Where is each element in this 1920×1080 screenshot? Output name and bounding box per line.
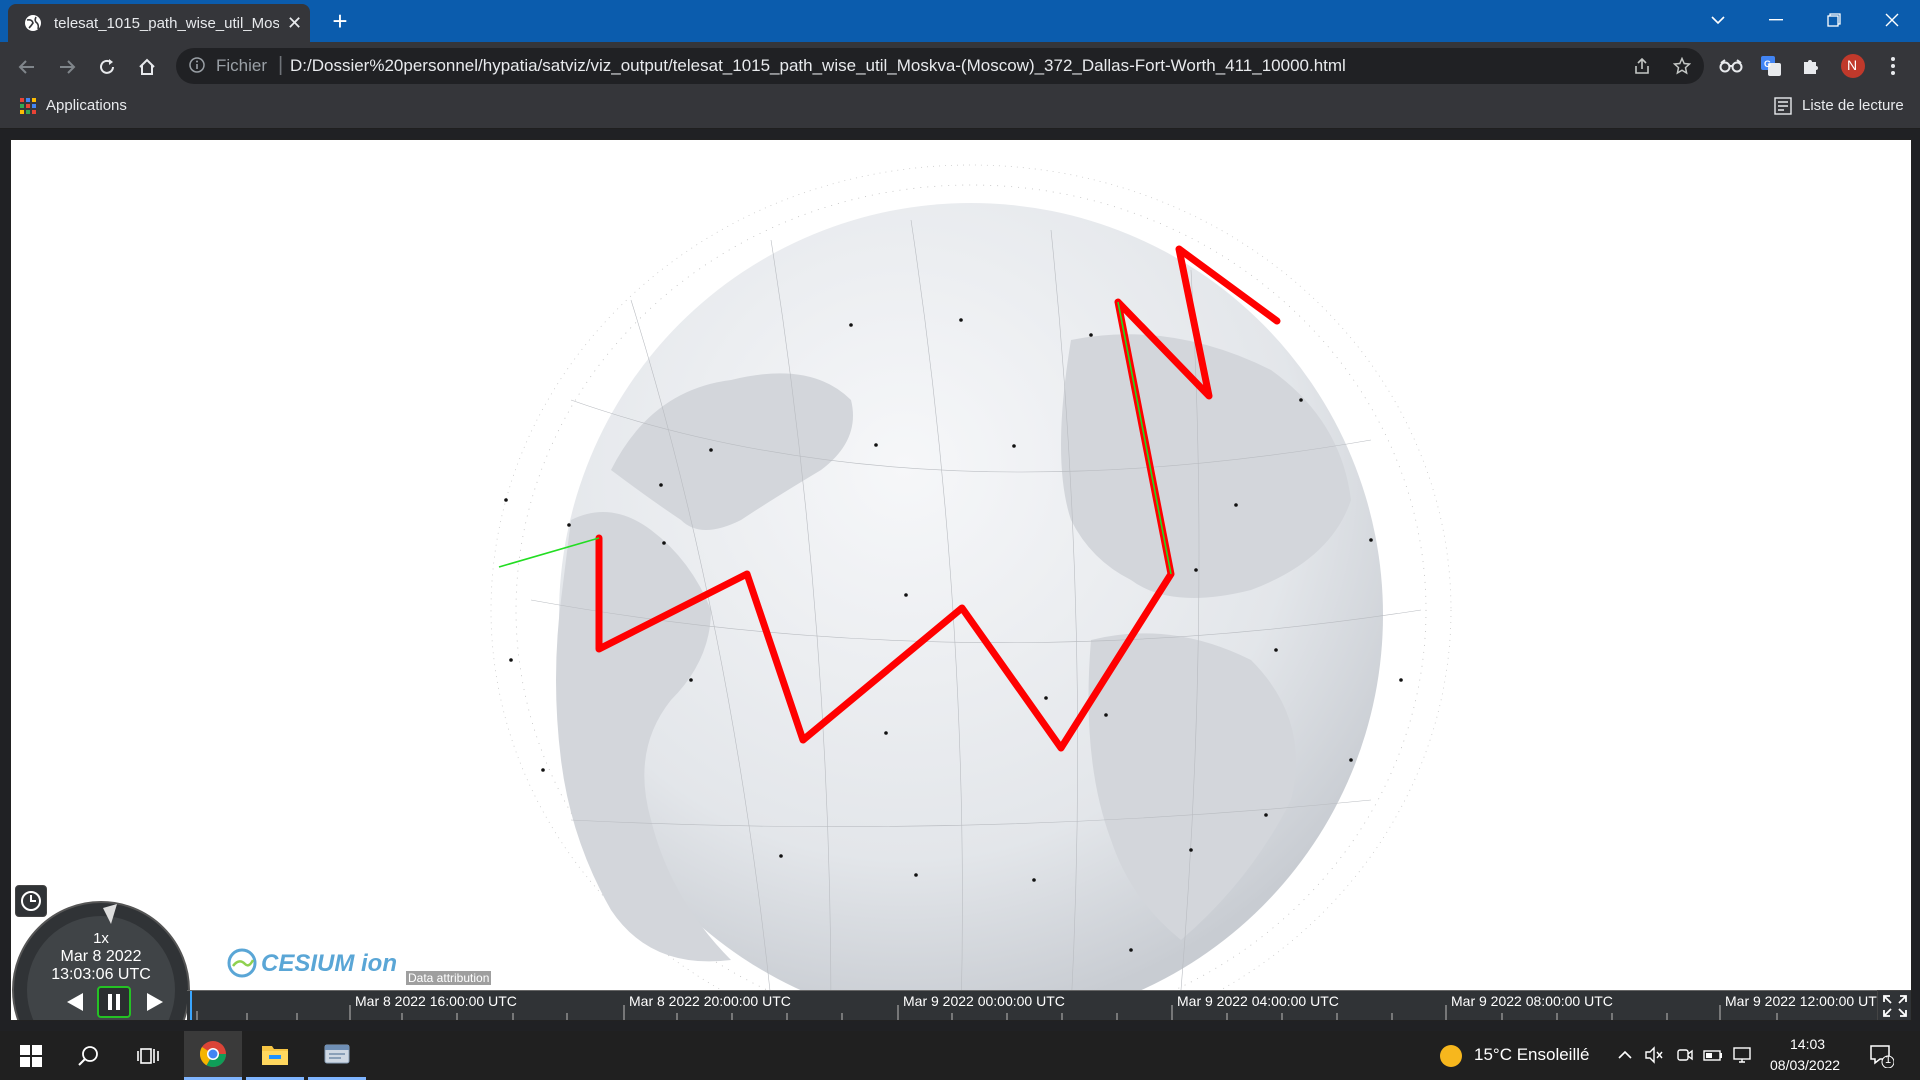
tray-chevron-up-icon[interactable] xyxy=(1616,1046,1634,1064)
reload-icon[interactable] xyxy=(92,52,122,82)
animation-speed: 1x xyxy=(93,930,109,947)
play-reverse-icon[interactable] xyxy=(61,990,89,1014)
address-bar[interactable]: Fichier | D:/Dossier%20personnel/hypatia… xyxy=(176,48,1704,84)
volume-muted-icon[interactable] xyxy=(1644,1045,1664,1065)
fullscreen-icon xyxy=(1883,995,1907,1017)
globe-icon xyxy=(25,15,41,31)
tab-title: telesat_1015_path_wise_util_Moskva-(Mosc… xyxy=(54,14,279,32)
reading-list-icon[interactable] xyxy=(1774,97,1792,120)
info-icon[interactable] xyxy=(188,56,206,74)
svg-text:G: G xyxy=(1764,59,1771,69)
menu-icon[interactable] xyxy=(1878,51,1908,81)
translate-icon[interactable]: G xyxy=(1756,51,1786,81)
play-forward-icon[interactable] xyxy=(141,990,169,1014)
tab-search-icon[interactable] xyxy=(1690,0,1746,40)
browser-tab[interactable]: telesat_1015_path_wise_util_Moskva-(Mosc… xyxy=(8,4,310,42)
clock-icon[interactable] xyxy=(15,885,47,917)
restore-button[interactable] xyxy=(1806,0,1862,40)
extension-glasses-icon[interactable] xyxy=(1716,51,1746,81)
bookmarks-bar xyxy=(0,90,1920,129)
cesium-viewer[interactable]: 1x Mar 8 2022 13:03:06 UTC CESIUM ion Da… xyxy=(10,139,1912,1021)
notification-count: 1 xyxy=(1885,1054,1892,1066)
battery-icon[interactable] xyxy=(1702,1045,1724,1065)
pause-icon[interactable] xyxy=(97,986,131,1018)
bookmark-star-icon[interactable] xyxy=(1670,54,1694,78)
clock-time[interactable]: 14:03 xyxy=(1790,1036,1825,1052)
timeline[interactable]: Mar 8 2022 16:00:00 UTC Mar 8 2022 20:00… xyxy=(187,990,1887,1020)
timeline-label: Mar 9 2022 04:00:00 UTC xyxy=(1177,993,1339,1009)
profile-avatar[interactable]: N xyxy=(1838,51,1868,81)
timeline-label: Mar 9 2022 08:00:00 UTC xyxy=(1451,993,1613,1009)
forward-icon[interactable] xyxy=(52,52,82,82)
address-scheme: Fichier xyxy=(216,56,268,75)
bookmark-applications[interactable]: Applications xyxy=(46,97,127,114)
weather-text[interactable]: 15°C Ensoleillé xyxy=(1474,1045,1589,1065)
chrome-taskbar-icon[interactable] xyxy=(184,1031,242,1080)
timeline-label: Mar 8 2022 20:00:00 UTC xyxy=(629,993,791,1009)
windows-start-icon[interactable] xyxy=(2,1031,60,1080)
extensions-puzzle-icon[interactable] xyxy=(1796,51,1826,81)
close-window-button[interactable] xyxy=(1864,0,1920,40)
url-text[interactable]: D:/Dossier%20personnel/hypatia/satviz/vi… xyxy=(290,56,1346,76)
task-view-icon[interactable] xyxy=(120,1031,178,1080)
network-icon[interactable] xyxy=(1732,1045,1754,1065)
sun-icon[interactable] xyxy=(1438,1043,1464,1069)
timeline-label: Mar 8 2022 16:00:00 UTC xyxy=(355,993,517,1009)
share-icon[interactable] xyxy=(1630,54,1654,78)
new-tab-button[interactable]: + xyxy=(326,8,354,36)
back-icon[interactable] xyxy=(12,52,42,82)
timeline-label: Mar 9 2022 12:00:00 UTC xyxy=(1725,993,1887,1009)
home-icon[interactable] xyxy=(132,52,162,82)
fullscreen-button[interactable] xyxy=(1877,990,1911,1020)
search-icon[interactable] xyxy=(60,1031,118,1080)
meet-camera-icon[interactable] xyxy=(1676,1045,1694,1065)
timeline-label: Mar 9 2022 00:00:00 UTC xyxy=(903,993,1065,1009)
address-separator: | xyxy=(278,54,284,76)
clock-date[interactable]: 08/03/2022 xyxy=(1770,1057,1840,1073)
animation-time: 13:03:06 UTC xyxy=(51,966,151,983)
profile-initial: N xyxy=(1847,57,1858,73)
minimize-button[interactable] xyxy=(1748,0,1804,40)
cesium-logo-icon xyxy=(227,948,257,978)
app-window-icon[interactable] xyxy=(308,1031,366,1080)
close-tab-icon[interactable]: ✕ xyxy=(287,13,302,34)
data-attribution-link[interactable]: Data attribution xyxy=(406,971,492,985)
cesium-logo[interactable]: CESIUM ion xyxy=(261,950,397,978)
apps-grid-icon[interactable] xyxy=(20,98,36,119)
reading-list-label[interactable]: Liste de lecture xyxy=(1802,97,1904,114)
file-explorer-icon[interactable] xyxy=(246,1031,304,1080)
animation-date: Mar 8 2022 xyxy=(60,948,142,965)
